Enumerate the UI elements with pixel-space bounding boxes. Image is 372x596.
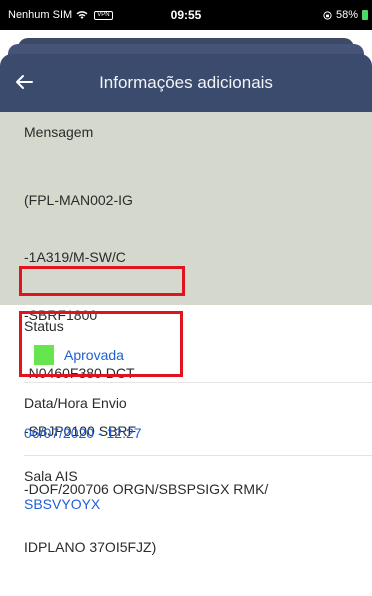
message-line: -1A319/M-SW/C — [24, 249, 126, 266]
status-bar: Nenhum SIM VPN 09:55 58% — [0, 0, 372, 30]
status-right: 58% — [323, 9, 368, 21]
message-highlight-box — [19, 266, 185, 296]
message-line: (FPL-MAN002-IG — [24, 191, 133, 208]
status-time: 09:55 — [170, 8, 202, 22]
message-label: Mensagem — [24, 124, 94, 140]
page-title: Informações adicionais — [99, 73, 273, 92]
sent-datetime-label: Data/Hora Envio — [24, 395, 127, 411]
sent-datetime-value: 06/07/2020 - 12:27 — [24, 425, 142, 441]
ais-room-label: Sala AIS — [24, 468, 78, 484]
message-line: IDPLANO 37OI5FJZ) — [24, 538, 157, 555]
battery-percent: 58% — [335, 9, 358, 21]
ais-room-value: SBSVYOYX — [24, 496, 101, 512]
orientation-lock-icon — [323, 10, 332, 20]
status-highlight-box — [19, 311, 183, 377]
battery-icon — [362, 10, 368, 20]
nav-header: Informações adicionais — [0, 54, 372, 112]
divider — [24, 455, 372, 456]
divider — [24, 382, 372, 383]
